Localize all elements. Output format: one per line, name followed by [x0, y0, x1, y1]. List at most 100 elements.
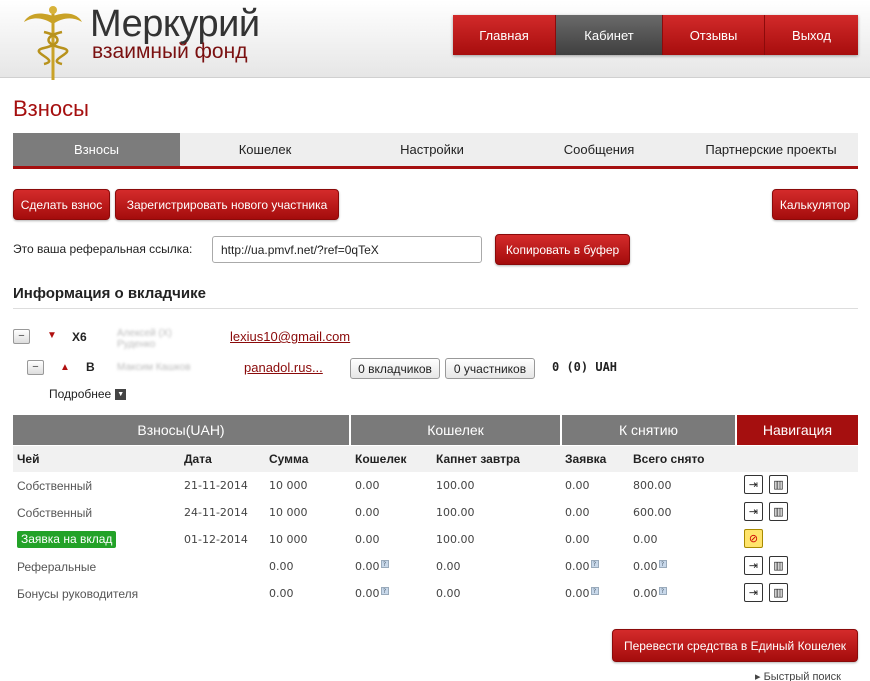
- cell-total: 0.00?: [633, 587, 667, 600]
- investor-level: B: [86, 360, 95, 374]
- quick-search-link[interactable]: ▸ Быстрый поиск: [755, 670, 841, 681]
- register-member-button[interactable]: Зарегистрировать нового участника: [115, 189, 339, 220]
- cell-request: 0.00?: [565, 560, 599, 573]
- tab-settings[interactable]: Настройки: [350, 133, 514, 166]
- calculator-button[interactable]: Калькулятор: [772, 189, 858, 220]
- col-sum: Сумма: [269, 452, 309, 466]
- help-icon[interactable]: ?: [590, 560, 599, 568]
- cell-sum: 10 000: [269, 506, 308, 519]
- collapse-button[interactable]: −: [27, 360, 44, 375]
- investor-level: X6: [72, 330, 87, 344]
- cell-who: Собственный: [17, 506, 93, 520]
- table-row: Реферальные 0.00 0.00? 0.00 0.00? 0.00? …: [13, 553, 858, 580]
- gift-icon[interactable]: ▥: [769, 556, 788, 575]
- tab-partner-projects[interactable]: Партнерские проекты: [684, 133, 858, 166]
- nav-home-button[interactable]: Главная: [453, 15, 556, 55]
- cell-wallet-value: 0.00: [355, 587, 380, 600]
- group-header-deposits: Взносы(UAH): [13, 415, 349, 445]
- cell-request-value: 0.00: [565, 587, 590, 600]
- col-date: Дата: [184, 452, 212, 466]
- cell-date: 01-12-2014: [184, 533, 248, 546]
- cell-tomorrow: 100.00: [436, 479, 475, 492]
- nav-reviews-button[interactable]: Отзывы: [663, 15, 765, 55]
- transfer-to-wallet-button[interactable]: Перевести средства в Единый Кошелек: [612, 629, 858, 662]
- col-who: Чей: [17, 452, 40, 466]
- group-header-withdraw: К снятию: [562, 415, 735, 445]
- cell-request: 0.00: [565, 479, 590, 492]
- more-details-label: Подробнее: [49, 387, 112, 401]
- quick-search-label: Быстрый поиск: [763, 671, 841, 681]
- tab-messages[interactable]: Сообщения: [514, 133, 684, 166]
- cell-wallet: 0.00?: [355, 587, 389, 600]
- cancel-request-icon[interactable]: ⊘: [744, 529, 763, 548]
- withdraw-icon[interactable]: ⇥: [744, 583, 763, 602]
- table-row: Собственный 24-11-2014 10 000 0.00 100.0…: [13, 499, 858, 526]
- gift-icon[interactable]: ▥: [769, 583, 788, 602]
- withdraw-icon[interactable]: ⇥: [744, 502, 763, 521]
- help-icon[interactable]: ?: [380, 587, 389, 595]
- withdraw-icon[interactable]: ⇥: [744, 475, 763, 494]
- gift-icon[interactable]: ▥: [769, 502, 788, 521]
- logo-subtitle: взаимный фонд: [92, 40, 248, 63]
- balance-value: 0 (0) UAH: [552, 360, 618, 374]
- referral-label: Это ваша реферальная ссылка:: [13, 242, 193, 256]
- collapse-button[interactable]: −: [13, 329, 30, 344]
- members-count-button[interactable]: 0 участников: [445, 358, 535, 379]
- tab-bar: Взносы Кошелек Настройки Сообщения Партн…: [13, 133, 858, 169]
- col-tomorrow: Капнет завтра: [436, 452, 520, 466]
- caduceus-logo-icon: [24, 6, 82, 80]
- cell-who: Собственный: [17, 479, 93, 493]
- cell-total: 800.00: [633, 479, 672, 492]
- top-nav: Главная Кабинет Отзывы Выход: [453, 15, 858, 55]
- cell-total-value: 0.00: [633, 560, 658, 573]
- cell-wallet: 0.00: [355, 506, 380, 519]
- cell-request: 0.00: [565, 506, 590, 519]
- investor-email-link[interactable]: lexius10@gmail.com: [230, 329, 350, 344]
- gift-icon[interactable]: ▥: [769, 475, 788, 494]
- tab-wallet[interactable]: Кошелек: [180, 133, 350, 166]
- header: Меркурий взаимный фонд Главная Кабинет О…: [0, 0, 870, 80]
- cell-sum: 10 000: [269, 479, 308, 492]
- cell-sum: 10 000: [269, 533, 308, 546]
- investor-email-link[interactable]: panadol.rus...: [244, 360, 323, 375]
- tab-deposits[interactable]: Взносы: [13, 133, 180, 166]
- cell-request: 0.00: [565, 533, 590, 546]
- cell-date: 21-11-2014: [184, 479, 248, 492]
- cell-tomorrow: 100.00: [436, 533, 475, 546]
- nav-logout-button[interactable]: Выход: [765, 15, 858, 55]
- referral-link-input[interactable]: [212, 236, 482, 263]
- status-badge: Заявка на вклад: [17, 531, 117, 548]
- cell-sum: 0.00: [269, 587, 294, 600]
- col-request: Заявка: [565, 452, 607, 466]
- cell-total: 600.00: [633, 506, 672, 519]
- copy-to-clipboard-button[interactable]: Копировать в буфер: [495, 234, 630, 265]
- more-details-toggle[interactable]: Подробнее ▼: [49, 387, 127, 401]
- cell-who: Реферальные: [17, 560, 97, 574]
- cell-request-value: 0.00: [565, 560, 590, 573]
- make-deposit-button[interactable]: Сделать взнос: [13, 189, 110, 220]
- table-column-headers: Чей Дата Сумма Кошелек Капнет завтра Зая…: [13, 446, 858, 472]
- withdraw-icon[interactable]: ⇥: [744, 556, 763, 575]
- investors-count-button[interactable]: 0 вкладчиков: [350, 358, 440, 379]
- col-total: Всего снято: [633, 452, 705, 466]
- page-title: Взносы: [13, 96, 89, 121]
- cell-wallet: 0.00?: [355, 560, 389, 573]
- group-header-wallet: Кошелек: [351, 415, 560, 445]
- help-icon[interactable]: ?: [658, 560, 667, 568]
- nav-cabinet-button[interactable]: Кабинет: [556, 15, 663, 55]
- investor-name: Максим Кашков: [117, 362, 191, 373]
- group-header-navigation: Навигация: [737, 415, 858, 445]
- cell-total: 0.00: [633, 533, 658, 546]
- divider: [13, 308, 858, 309]
- cell-request: 0.00?: [565, 587, 599, 600]
- help-icon[interactable]: ?: [380, 560, 389, 568]
- help-icon[interactable]: ?: [658, 587, 667, 595]
- cell-total-value: 0.00: [633, 587, 658, 600]
- cell-tomorrow: 0.00: [436, 587, 461, 600]
- col-wallet: Кошелек: [355, 452, 407, 466]
- cell-wallet: 0.00: [355, 479, 380, 492]
- help-icon[interactable]: ?: [590, 587, 599, 595]
- cell-wallet-value: 0.00: [355, 560, 380, 573]
- cell-total: 0.00?: [633, 560, 667, 573]
- cell-tomorrow: 100.00: [436, 506, 475, 519]
